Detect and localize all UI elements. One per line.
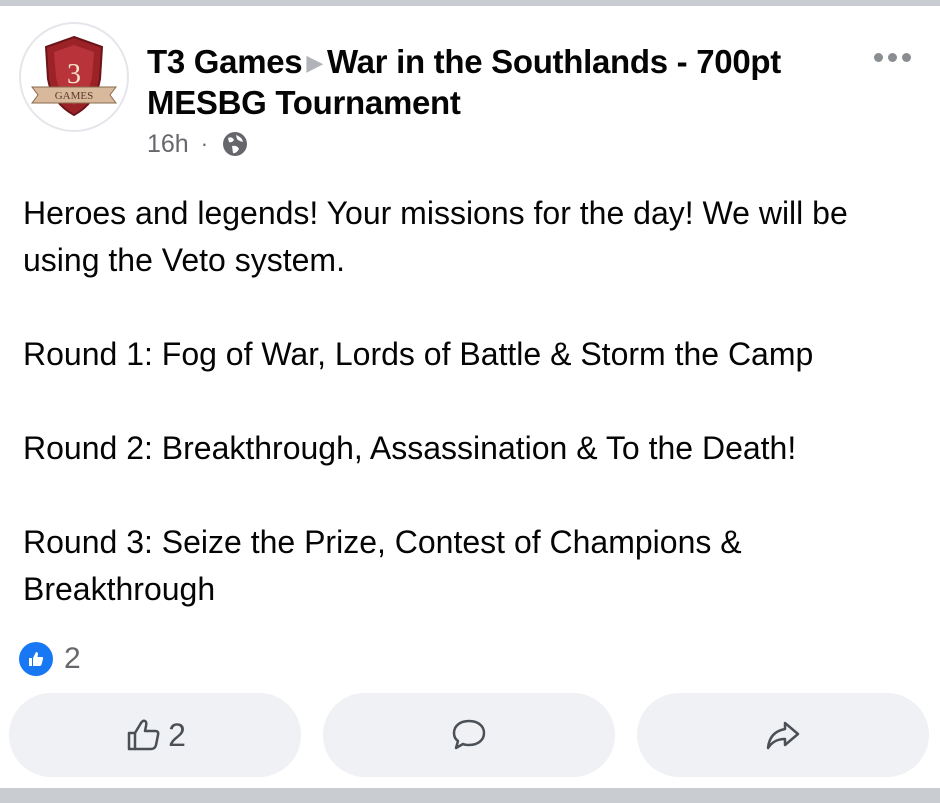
arrow-right-icon: ▶ [306, 50, 323, 75]
post-header: T3 Games ▶ War in the Southlands - 700pt M… [147, 42, 847, 159]
author-name[interactable]: T3 Games [147, 43, 303, 80]
reaction-count: 2 [64, 642, 81, 675]
comment-bubble-icon [452, 719, 486, 750]
post-meta: 16h · [147, 129, 847, 159]
share-arrow-icon [766, 721, 800, 750]
globe-icon [223, 132, 248, 156]
more-options-icon[interactable] [874, 47, 922, 67]
post-time[interactable]: 16h [147, 130, 189, 159]
comment-button[interactable] [323, 693, 615, 777]
like-button[interactable]: 2 [9, 693, 301, 777]
page-avatar[interactable]: 3 GAMES [19, 22, 129, 132]
post-paragraph: Round 1: Fog of War, Lords of Battle & S… [23, 336, 814, 372]
share-button[interactable] [637, 693, 929, 777]
post-title: T3 Games ▶ War in the Southlands - 700pt M… [147, 42, 847, 123]
logo-banner-text: GAMES [55, 90, 94, 102]
post-body: Heroes and legends! Your missions for th… [23, 190, 923, 660]
like-reaction-icon [19, 642, 53, 676]
reaction-summary[interactable]: 2 [19, 642, 81, 676]
like-count: 2 [168, 716, 186, 753]
post-paragraph: Round 3: Seize the Prize, Contest of Cha… [23, 524, 742, 607]
logo-number: 3 [67, 59, 81, 90]
thumbs-up-outline-icon [127, 719, 160, 751]
top-divider [0, 0, 940, 6]
post-paragraph: Heroes and legends! Your missions for th… [23, 195, 848, 278]
action-bar: 2 [9, 693, 929, 777]
bottom-divider [0, 788, 940, 803]
t3-games-logo: 3 GAMES [31, 35, 117, 117]
post-paragraph: Round 2: Breakthrough, Assassination & T… [23, 430, 797, 466]
meta-separator: · [200, 131, 209, 156]
